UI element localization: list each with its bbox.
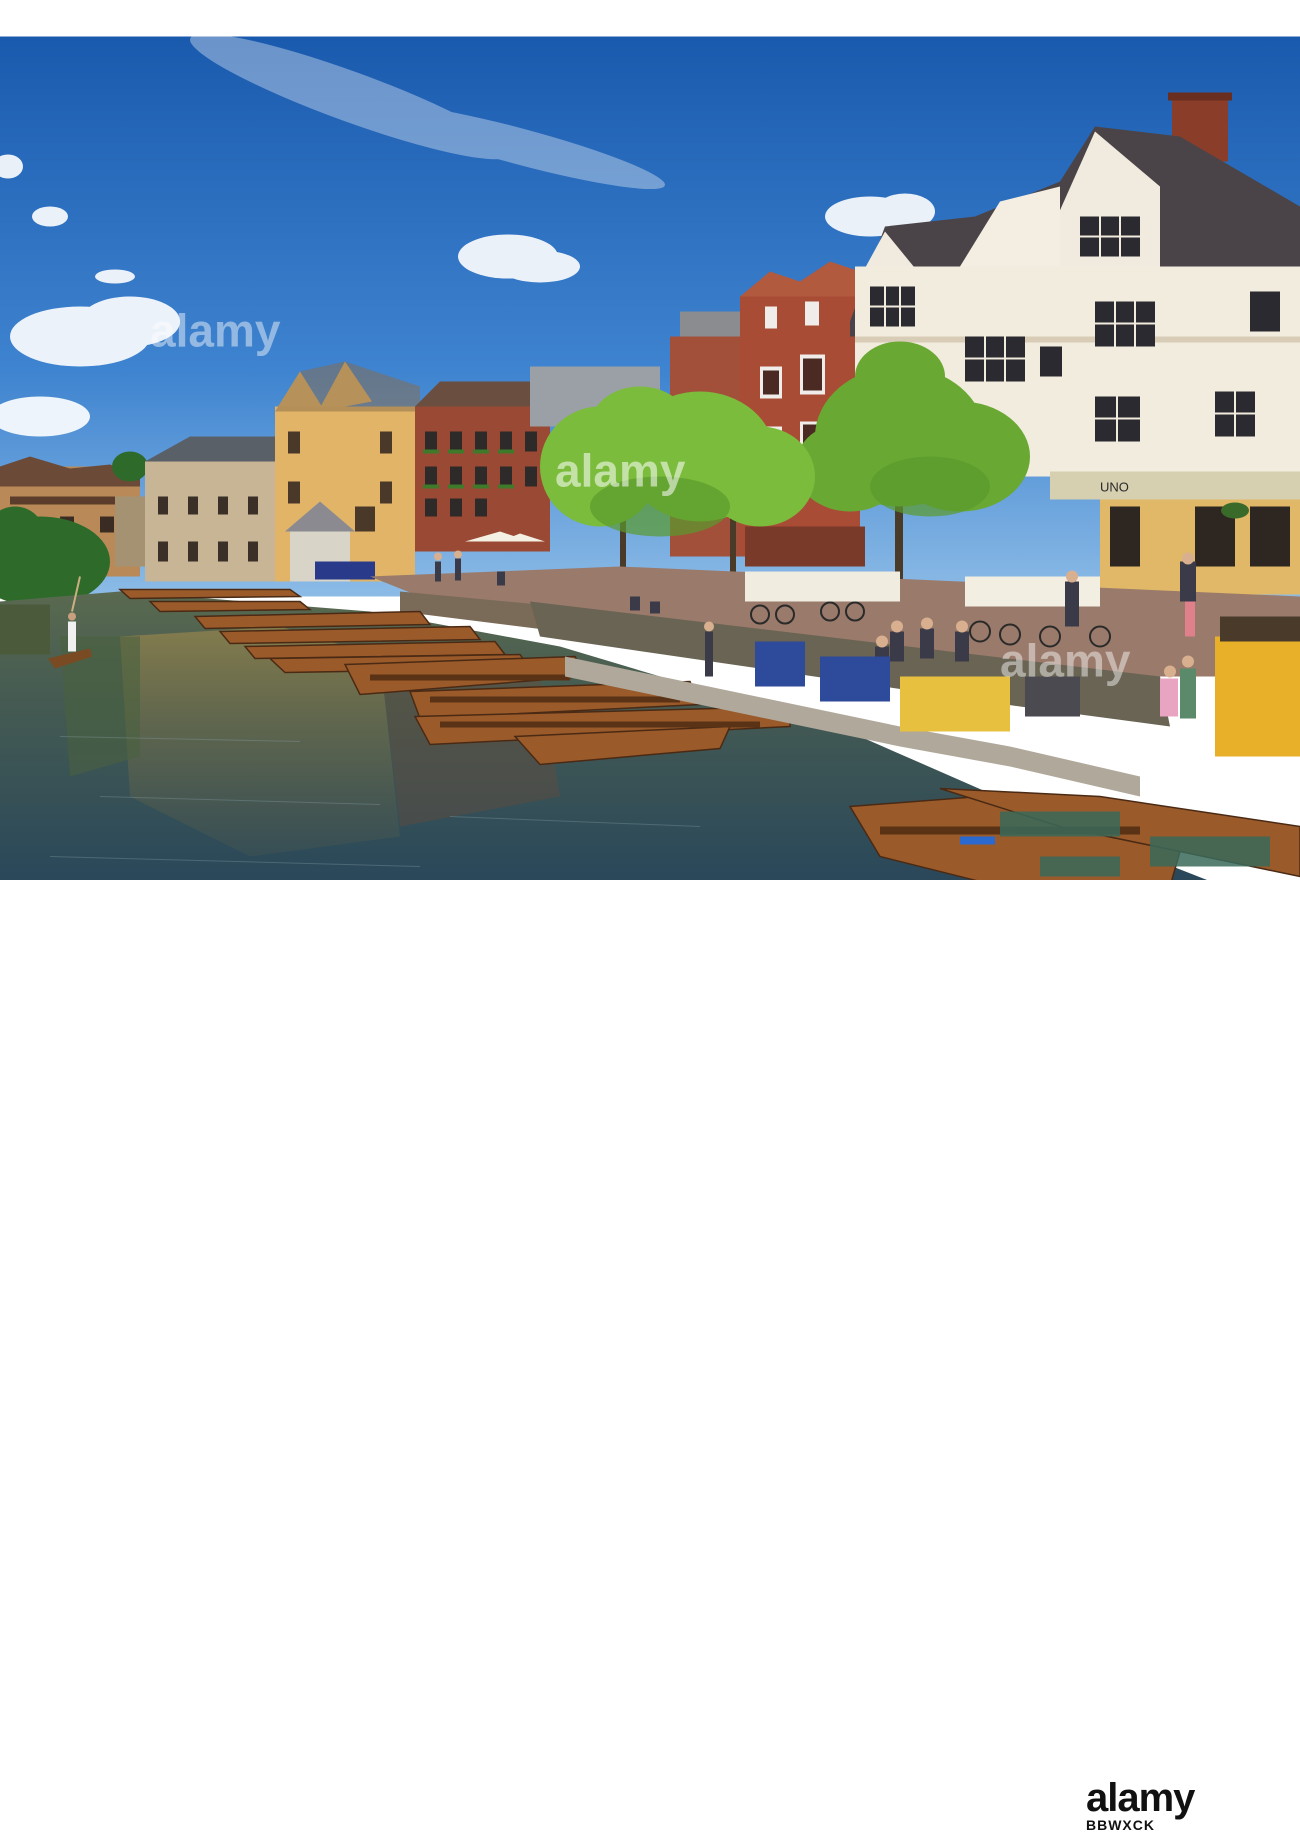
watermark-right: alamy: [1000, 635, 1131, 687]
cafe-sign: UNO: [1100, 480, 1129, 495]
footer-bar: alamy BBWXCK: [0, 880, 1300, 1833]
left-bank-wall: [0, 604, 50, 655]
watermark-left: alamy: [150, 305, 281, 357]
alamy-logo: alamy: [1086, 1776, 1195, 1820]
red-brick-building: [415, 381, 550, 552]
photo-scene: UNO alamy alamy alamy: [0, 33, 1300, 917]
watermark-center: alamy: [555, 445, 686, 497]
stock-image-id: BBWXCK: [1086, 1817, 1155, 1833]
yellow-stone-building: [275, 361, 420, 582]
